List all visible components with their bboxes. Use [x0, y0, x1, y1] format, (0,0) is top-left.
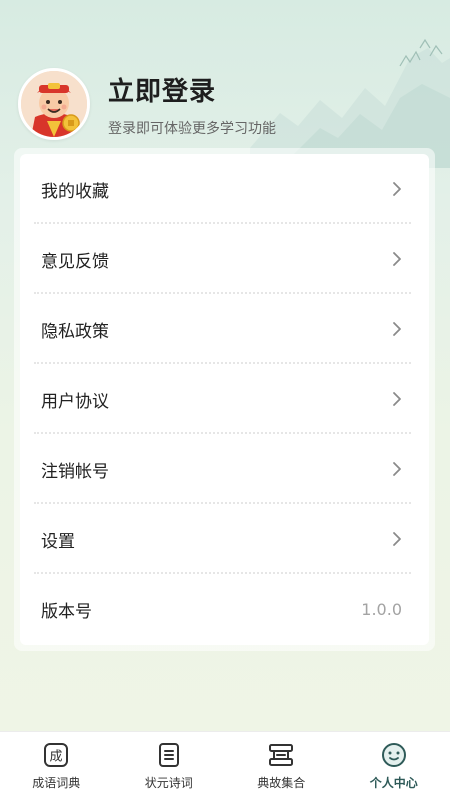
- tab-label: 状元诗词: [144, 776, 193, 790]
- login-title[interactable]: 立即登录: [108, 71, 276, 108]
- tab-idiom-dictionary[interactable]: 成 成语词典: [0, 732, 113, 800]
- mountain-landscape-illustration: [250, 38, 450, 168]
- stories-book-icon: [269, 744, 294, 766]
- menu-item-label: 注销帐号: [41, 461, 109, 482]
- menu-item-favorites[interactable]: 我的收藏: [20, 154, 429, 224]
- menu-item-label: 我的收藏: [41, 181, 109, 202]
- menu-item-settings[interactable]: 设置: [20, 504, 429, 574]
- menu-item-label: 设置: [41, 531, 75, 552]
- menu-item-feedback[interactable]: 意见反馈: [20, 224, 429, 294]
- tab-profile[interactable]: 个人中心: [338, 732, 450, 800]
- profile-face-icon: [381, 743, 406, 767]
- idiom-dictionary-icon: 成: [44, 743, 69, 767]
- menu-card: 我的收藏 意见反馈 隐私政策 用户协议 注销帐号 设置 版本号 1.0.0: [20, 154, 429, 645]
- chevron-right-icon: [393, 182, 401, 196]
- menu-item-delete-account[interactable]: 注销帐号: [20, 434, 429, 504]
- menu-item-label: 用户协议: [41, 391, 109, 412]
- tab-label: 典故集合: [257, 776, 306, 790]
- login-subtitle: 登录即可体验更多学习功能: [108, 120, 276, 137]
- tab-icon-glyph: 成: [50, 750, 63, 765]
- version-number: 1.0.0: [361, 599, 402, 619]
- tab-stories[interactable]: 典故集合: [225, 732, 338, 800]
- login-header[interactable]: 立即登录 登录即可体验更多学习功能: [18, 64, 276, 144]
- chevron-right-icon: [393, 462, 401, 476]
- chevron-right-icon: [393, 532, 401, 546]
- menu-item-label: 隐私政策: [41, 321, 109, 342]
- menu-item-label: 意见反馈: [41, 251, 109, 272]
- fortune-god-avatar-icon: [21, 71, 87, 137]
- tab-label: 个人中心: [369, 776, 418, 790]
- tab-poetry[interactable]: 状元诗词: [113, 732, 226, 800]
- chevron-right-icon: [393, 322, 401, 336]
- bottom-tab-bar: 成 成语词典 状元诗词 典故集合 个人中心: [0, 731, 450, 800]
- menu-item-version: 版本号 1.0.0: [20, 574, 429, 644]
- menu-item-user-agreement[interactable]: 用户协议: [20, 364, 429, 434]
- avatar[interactable]: [18, 68, 90, 140]
- menu-item-label: 版本号: [41, 601, 92, 622]
- chevron-right-icon: [393, 392, 401, 406]
- menu-item-privacy-policy[interactable]: 隐私政策: [20, 294, 429, 364]
- tab-label: 成语词典: [32, 776, 81, 790]
- poetry-scroll-icon: [158, 743, 179, 767]
- status-bar: [0, 0, 450, 26]
- chevron-right-icon: [393, 252, 401, 266]
- menu-card-frame: 我的收藏 意见反馈 隐私政策 用户协议 注销帐号 设置 版本号 1.0.0: [14, 148, 435, 651]
